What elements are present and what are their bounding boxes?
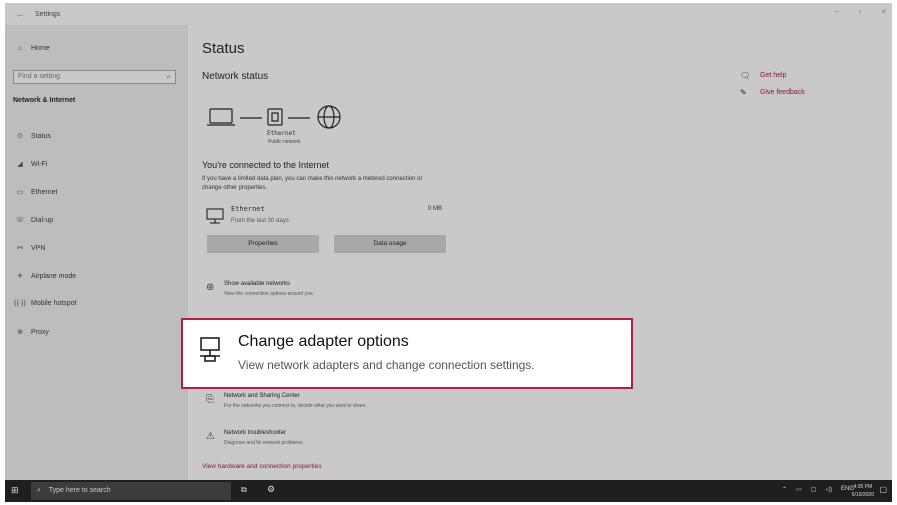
- properties-button[interactable]: Properties: [207, 235, 319, 253]
- option-title: Network troubleshooter: [224, 430, 287, 436]
- callout-title: Change adapter options: [238, 333, 409, 350]
- proxy-icon: ⊕: [17, 329, 23, 336]
- sidebar-item-wifi[interactable]: ◢ Wi-Fi: [13, 160, 48, 169]
- sidebar-item-proxy[interactable]: ⊕ Proxy: [13, 328, 49, 337]
- data-usage-button[interactable]: Data usage: [334, 235, 446, 253]
- network-icon[interactable]: ▢: [811, 486, 817, 493]
- change-adapter-options-callout[interactable]: Change adapter options View network adap…: [181, 318, 633, 389]
- chevron-up-icon[interactable]: ⌃: [782, 486, 787, 493]
- network-status-heading: Network status: [202, 71, 269, 82]
- search-icon: ⌕: [166, 72, 171, 81]
- maximize-button[interactable]: ▫: [858, 7, 861, 16]
- search-placeholder: Find a setting: [18, 73, 61, 80]
- window-controls: – ▫ ×: [834, 7, 886, 16]
- sidebar-item-label: Wi-Fi: [31, 160, 48, 168]
- clock[interactable]: 4:35 PM 6/19/2020: [852, 483, 874, 499]
- wifi-icon: ◢: [17, 161, 23, 168]
- settings-window: ← Settings – ▫ × ⌂ Home Find a setting ⌕…: [5, 3, 892, 502]
- adapter-label: Ethernet: [267, 130, 296, 137]
- show-networks-icon: ⊛: [206, 282, 215, 293]
- title-bar: ← Settings – ▫ ×: [5, 3, 892, 25]
- chat-icon: 🗨: [740, 71, 751, 80]
- task-view-icon[interactable]: ⧉: [241, 485, 247, 495]
- ethernet-adapter-icon: [206, 208, 224, 224]
- main-content: Status Network status Ethernet Public ne…: [202, 25, 892, 480]
- taskbar-search-input[interactable]: ⌕ Type here to search: [31, 482, 231, 500]
- vpn-icon: ⚯: [17, 245, 23, 252]
- sidebar-section-title: Network & Internet: [13, 97, 76, 104]
- sidebar-item-label: Mobile hotspot: [31, 300, 77, 307]
- metered-hint: If you have a limited data plan, you can…: [202, 176, 423, 191]
- option-subtitle: Diagnose and fix network problems.: [224, 440, 304, 446]
- search-icon: ⌕: [37, 487, 41, 494]
- option-title: Network and Sharing Center: [224, 393, 300, 399]
- volume-icon[interactable]: ◁): [825, 486, 832, 493]
- hardware-properties-link[interactable]: View hardware and connection properties: [202, 463, 321, 470]
- system-tray: ⌃ ▭ ▢ ◁) ENG: [782, 486, 854, 493]
- option-subtitle: For the networks you connect to, decide …: [224, 403, 367, 409]
- help-links: 🗨 Get help ✎ Give feedback: [740, 67, 805, 101]
- option-subtitle: View the connection options around you.: [224, 291, 314, 297]
- close-button[interactable]: ×: [881, 7, 886, 16]
- back-arrow-icon[interactable]: ←: [5, 9, 35, 19]
- home-icon: ⌂: [17, 45, 23, 52]
- sidebar-item-label: Airplane mode: [31, 272, 77, 280]
- ethernet-name: Ethernet: [231, 205, 265, 213]
- clock-time: 4:35 PM: [853, 484, 873, 490]
- sidebar-item-hotspot[interactable]: ((·)) Mobile hotspot: [13, 300, 77, 307]
- get-help-label: Get help: [760, 72, 787, 79]
- sharing-center-icon: ⎘: [206, 394, 214, 405]
- network-type-label: Public network: [268, 139, 301, 145]
- ethernet-icon: ▭: [16, 189, 24, 196]
- sidebar-item-label: Ethernet: [31, 188, 58, 196]
- sidebar-item-label: Status: [31, 132, 51, 140]
- sidebar-item-airplane[interactable]: ✈ Airplane mode: [13, 272, 77, 281]
- option-title: Show available networks: [224, 281, 291, 287]
- search-input[interactable]: Find a setting ⌕: [13, 70, 176, 84]
- warning-icon: ⚠: [206, 431, 215, 442]
- battery-icon[interactable]: ▭: [796, 486, 802, 493]
- minimize-button[interactable]: –: [834, 7, 838, 16]
- airplane-icon: ✈: [17, 273, 23, 280]
- sidebar-item-vpn[interactable]: ⚯ VPN: [13, 244, 46, 253]
- sidebar-item-label: Dial-up: [31, 216, 54, 224]
- feedback-label: Give feedback: [760, 89, 805, 96]
- settings-gear-icon[interactable]: ⚙: [267, 484, 275, 495]
- feedback-icon: ✎: [740, 88, 747, 97]
- dialup-icon: ☏: [15, 217, 25, 224]
- clock-date: 6/19/2020: [851, 492, 874, 498]
- window-title: Settings: [35, 10, 61, 18]
- sidebar-item-dialup[interactable]: ☏ Dial-up: [13, 216, 54, 225]
- adapter-options-icon: [200, 337, 220, 362]
- connection-status: You're connected to the Internet: [202, 160, 329, 170]
- taskbar: ⊞ ⌕ Type here to search ⧉ ⚙ ⌃ ▭ ▢ ◁) ENG…: [5, 480, 892, 502]
- status-icon: ⊙: [17, 133, 23, 140]
- ethernet-row: Ethernet From the last 30 days 0 MB: [204, 205, 442, 229]
- windows-start-icon[interactable]: ⊞: [11, 485, 19, 496]
- page-title: Status: [202, 40, 245, 57]
- sidebar-item-home[interactable]: ⌂ Home: [13, 45, 50, 52]
- callout-subtitle: View network adapters and change connect…: [238, 358, 535, 372]
- notification-icon[interactable]: ▢: [879, 485, 887, 494]
- sidebar-item-label: Home: [31, 45, 50, 52]
- sidebar-item-ethernet[interactable]: ▭ Ethernet: [13, 188, 58, 197]
- sidebar-item-label: Proxy: [31, 328, 49, 336]
- hotspot-icon: ((·)): [14, 300, 26, 307]
- network-diagram: Ethernet Public network: [204, 97, 384, 149]
- give-feedback-link[interactable]: ✎ Give feedback: [740, 84, 805, 101]
- taskbar-search-placeholder: Type here to search: [48, 487, 111, 494]
- data-usage-value: 0 MB: [427, 206, 442, 212]
- ethernet-period: From the last 30 days: [231, 218, 289, 224]
- sidebar: ⌂ Home Find a setting ⌕ Network & Intern…: [5, 25, 188, 480]
- sidebar-item-label: VPN: [31, 244, 46, 252]
- get-help-link[interactable]: 🗨 Get help: [740, 67, 805, 84]
- sidebar-item-status[interactable]: ⊙ Status: [13, 132, 51, 141]
